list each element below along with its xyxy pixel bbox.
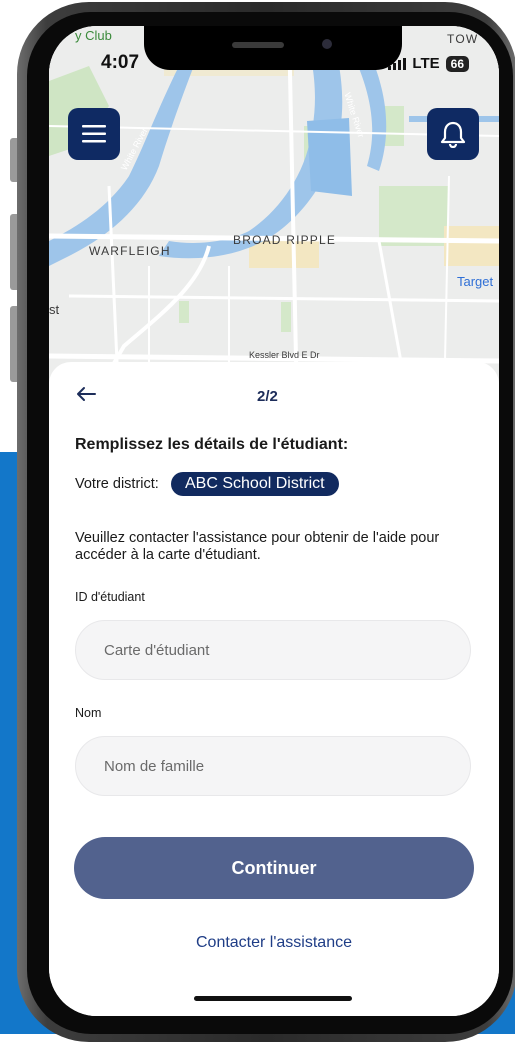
map-label-st-partial: st — [49, 302, 60, 317]
notifications-button[interactable] — [427, 108, 479, 160]
map-label-broad-ripple: BROAD RIPPLE — [233, 233, 337, 247]
district-badge: ABC School District — [171, 472, 339, 496]
menu-button[interactable] — [68, 108, 120, 160]
bell-icon — [440, 121, 466, 148]
map-graphic — [49, 26, 499, 406]
back-arrow-icon[interactable] — [76, 386, 96, 402]
form-heading: Remplissez les détails de l'étudiant: — [75, 436, 349, 453]
continue-button[interactable]: Continuer — [74, 837, 474, 899]
student-id-input[interactable] — [102, 640, 444, 660]
map-label-kessler: Kessler Blvd E Dr — [249, 350, 320, 360]
name-label: Nom — [75, 706, 102, 720]
student-id-label: ID d'étudiant — [75, 590, 145, 604]
phone-notch — [144, 26, 402, 70]
map-label-target[interactable]: Target — [457, 274, 493, 289]
front-camera — [322, 39, 332, 49]
step-indicator: 2/2 — [257, 388, 278, 405]
form-sheet — [49, 362, 499, 1016]
district-label: Votre district: — [75, 476, 159, 492]
status-indicators: LTE 66 — [388, 55, 469, 72]
home-indicator[interactable] — [194, 996, 352, 1001]
map-label-warfleigh: WARFLEIGH — [89, 244, 171, 258]
contact-support-link[interactable]: Contacter l'assistance — [49, 934, 499, 952]
signal-icon — [388, 57, 407, 70]
status-time: 4:07 — [101, 52, 140, 73]
map-label-corner-partial: TOW — [447, 32, 479, 46]
map-view[interactable]: WARFLEIGH BROAD RIPPLE White River White… — [49, 26, 499, 406]
phone-screen: WARFLEIGH BROAD RIPPLE White River White… — [49, 26, 499, 1016]
name-field[interactable] — [75, 736, 471, 796]
network-type: LTE — [412, 55, 440, 72]
student-id-field[interactable] — [75, 620, 471, 680]
map-label-carrier-partial: y Club — [75, 28, 112, 43]
last-name-input[interactable] — [102, 756, 444, 776]
menu-icon — [82, 125, 106, 143]
speaker-grille — [232, 42, 284, 48]
battery-level: 66 — [445, 55, 469, 72]
help-text: Veuillez contacter l'assistance pour obt… — [75, 530, 440, 563]
